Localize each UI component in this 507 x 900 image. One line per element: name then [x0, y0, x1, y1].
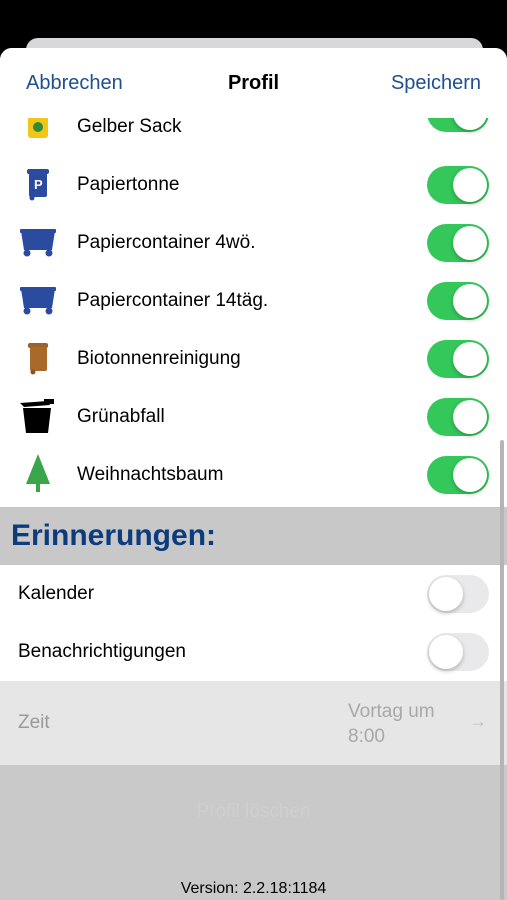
waste-type-label: Papiercontainer 14täg.	[77, 290, 269, 311]
toggle-knob	[453, 342, 487, 376]
grunabfall-toggle[interactable]	[427, 398, 489, 436]
waste-type-label: Weihnachtsbaum	[77, 464, 224, 485]
section-title: Erinnerungen:	[11, 519, 217, 552]
calendar-row: Kalender	[0, 565, 507, 623]
time-value: Vortag um 8:00	[348, 699, 458, 749]
list-item-papiercontainer-14tag: Papiercontainer 14täg.	[0, 272, 507, 330]
papiercontainer-14tag-toggle[interactable]	[427, 282, 489, 320]
list-item-papiercontainer-4wo: Papiercontainer 4wö.	[0, 214, 507, 272]
weihnachtsbaum-toggle[interactable]	[427, 456, 489, 494]
notifications-row: Benachrichtigungen	[0, 623, 507, 681]
waste-type-label: Papiercontainer 4wö.	[77, 232, 256, 253]
list-item-grunabfall: Grünabfall	[0, 388, 507, 446]
scrollbar[interactable]	[500, 440, 504, 900]
waste-type-label: Papiertonne	[77, 174, 180, 195]
paper-container-icon	[18, 222, 58, 262]
list-item-weihnachtsbaum: Weihnachtsbaum	[0, 446, 507, 504]
paper-container-icon	[18, 280, 58, 320]
bio-bin-icon	[18, 338, 58, 378]
biotonnenreinigung-toggle[interactable]	[427, 340, 489, 378]
waste-type-label: Biotonnenreinigung	[77, 348, 241, 369]
paper-bin-icon: P	[18, 164, 58, 204]
waste-type-label: Grünabfall	[77, 406, 165, 427]
calendar-label: Kalender	[18, 583, 95, 604]
waste-type-label: Gelber Sack	[77, 116, 182, 137]
svg-text:P: P	[34, 177, 43, 192]
time-row[interactable]: Zeit Vortag um 8:00 →	[0, 681, 507, 765]
toggle-knob	[453, 168, 487, 202]
green-waste-icon	[18, 396, 58, 436]
list-item-papiertonne: P Papiertonne	[0, 156, 507, 214]
toggle-knob	[453, 400, 487, 434]
list-item-biotonnenreinigung: Biotonnenreinigung	[0, 330, 507, 388]
delete-profile-button[interactable]: Profil löschen	[0, 801, 507, 823]
time-label: Zeit	[18, 712, 50, 733]
notifications-label: Benachrichtigungen	[18, 641, 186, 662]
profile-sheet: Gelber Sack P Papiertonne Papiercontaine…	[0, 48, 507, 900]
toggle-knob	[429, 577, 463, 611]
toggle-knob	[453, 458, 487, 492]
christmas-tree-icon	[18, 454, 58, 494]
reminders-section-header: Erinnerungen:	[0, 507, 507, 565]
arrow-right-icon: →	[469, 711, 487, 731]
toggle-knob	[429, 635, 463, 669]
papiercontainer-4wo-toggle[interactable]	[427, 224, 489, 262]
calendar-toggle[interactable]	[427, 575, 489, 613]
time-value-line2: 8:00	[348, 726, 385, 747]
version-label: Version: 2.2.18:1184	[180, 880, 327, 897]
save-button[interactable]: Speichern	[391, 72, 481, 95]
navigation-bar: Abbrechen Profil Speichern	[0, 48, 507, 118]
papiertonne-toggle[interactable]	[427, 166, 489, 204]
toggle-knob	[453, 284, 487, 318]
notifications-toggle[interactable]	[427, 633, 489, 671]
time-value-line1: Vortag um	[348, 701, 435, 722]
toggle-knob	[453, 226, 487, 260]
